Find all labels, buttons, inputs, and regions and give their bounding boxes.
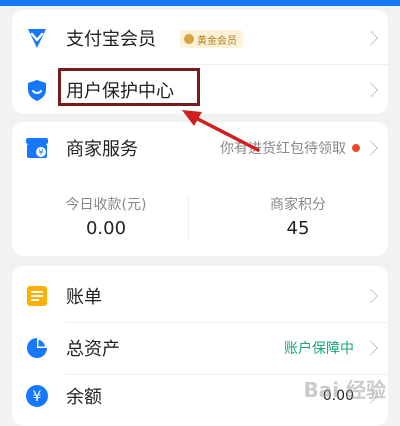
menu-row-membership[interactable]: 支付宝会员 黄金会员 [12, 12, 388, 64]
stat-divider [188, 196, 189, 240]
badge-label: 黄金会员 [197, 35, 237, 47]
highlight-box [58, 68, 200, 106]
svg-text:¥: ¥ [33, 389, 42, 405]
baidu-watermark: Bai 经验 [303, 378, 386, 402]
merchant-notice: 你有进货红包待领取 [220, 141, 346, 157]
bill-icon [24, 283, 50, 309]
menu-row-total-assets[interactable]: 总资产 账户保障中 [12, 322, 388, 374]
chevron-right-icon [363, 30, 379, 46]
pie-chart-icon [24, 335, 50, 361]
menu-label: 账单 [66, 287, 102, 308]
stat-label-merchant-points: 商家积分 [270, 197, 326, 213]
chevron-right-icon [363, 340, 379, 356]
gold-member-badge: 黄金会员 [180, 30, 243, 48]
menu-label: 总资产 [66, 339, 120, 360]
stat-value-today-income[interactable]: 0.00 [26, 218, 186, 239]
store-icon: ¥ [24, 135, 50, 161]
stat-label-today-income: 今日收款(元) [65, 197, 147, 213]
account-protection-status: 账户保障中 [284, 341, 354, 357]
chevron-right-icon [363, 288, 379, 304]
menu-label: 余额 [66, 387, 102, 408]
chevron-right-icon [363, 82, 379, 98]
menu-label: 支付宝会员 [66, 29, 156, 50]
red-dot-indicator [352, 144, 360, 152]
svg-text:¥: ¥ [38, 148, 43, 157]
top-accent-line [0, 0, 400, 6]
crown-icon [184, 34, 194, 44]
balance-icon: ¥ [24, 383, 50, 409]
menu-row-bill[interactable]: 账单 [12, 270, 388, 322]
shield-icon [24, 77, 50, 103]
chevron-right-icon [363, 140, 379, 156]
stat-value-merchant-points[interactable]: 45 [218, 218, 378, 239]
membership-icon [24, 25, 50, 51]
menu-label: 商家服务 [66, 139, 138, 160]
menu-row-merchant-services[interactable]: ¥ 商家服务 你有进货红包待领取 [12, 122, 388, 174]
